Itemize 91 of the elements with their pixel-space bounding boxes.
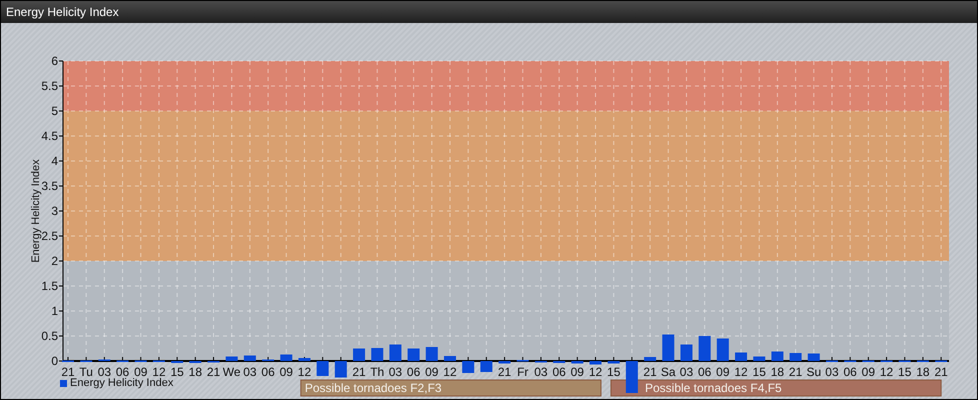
y-tick-label: 0.5	[41, 329, 58, 343]
x-tick-label: 21	[934, 365, 948, 379]
y-tick-label: 5.5	[41, 79, 58, 93]
x-tick-label: 03	[680, 365, 694, 379]
bar	[371, 348, 384, 361]
x-tick-label: 06	[116, 365, 130, 379]
x-tick-label: 12	[588, 365, 602, 379]
x-tick-label: 03	[388, 365, 402, 379]
bar	[680, 344, 692, 361]
bar	[644, 357, 656, 361]
bar	[334, 361, 347, 378]
x-tick-label: 06	[261, 365, 275, 379]
y-tick-label: 3.5	[41, 179, 58, 193]
x-tick-label: 06	[406, 365, 420, 379]
bar	[353, 348, 366, 361]
bar	[444, 356, 456, 361]
bar	[244, 356, 256, 361]
x-tick-label: 03	[825, 365, 839, 379]
x-tick-label: 09	[425, 365, 438, 379]
bar	[790, 353, 802, 361]
x-tick-label: 21	[61, 365, 75, 379]
x-tick-label: 15	[898, 365, 912, 379]
y-tick-label: 4	[51, 154, 58, 168]
bar	[662, 334, 674, 361]
bar	[753, 356, 766, 361]
x-tick-label: 15	[752, 365, 766, 379]
x-tick-label: 21	[206, 365, 220, 379]
bar	[389, 344, 402, 361]
bar	[298, 358, 310, 361]
bar	[316, 361, 329, 376]
window-title: Energy Helicity Index	[6, 4, 119, 21]
x-tick-label: 03	[98, 365, 112, 379]
x-tick-label: 09	[570, 365, 584, 379]
y-tick-label: 1	[51, 304, 58, 318]
x-tick-label: 12	[152, 365, 166, 379]
x-tick-label: 18	[770, 365, 784, 379]
x-tick-label: 21	[352, 365, 366, 379]
x-tick-label: We	[222, 365, 241, 379]
y-tick-label: 3	[51, 204, 58, 218]
bar	[408, 348, 420, 361]
bar	[608, 361, 620, 364]
bar	[571, 361, 584, 364]
x-tick-label: 18	[916, 365, 930, 379]
x-tick-label: 15	[607, 365, 620, 379]
tornado-label: Possible tornadoes F2,F3	[300, 380, 602, 396]
y-tick-label: 5	[51, 104, 58, 118]
bar	[590, 361, 602, 364]
x-tick-label: 09	[280, 365, 293, 379]
bar	[716, 338, 729, 361]
bar	[462, 361, 474, 373]
x-tick-label: 06	[698, 365, 712, 379]
bar	[698, 336, 711, 361]
y-tick-label: 2.5	[41, 229, 58, 243]
tornado-label: Possible tornadoes F4,F5	[610, 380, 942, 396]
x-tick-label: Fr	[517, 365, 528, 379]
bar	[426, 347, 438, 361]
legend-label: Energy Helicity Index	[70, 377, 174, 389]
x-tick-label: 12	[298, 365, 312, 379]
y-tick-label: 6	[51, 54, 58, 68]
y-tick-label: 0	[51, 354, 58, 368]
bar	[480, 361, 492, 372]
x-tick-label: 03	[243, 365, 257, 379]
x-tick-label: 09	[716, 365, 730, 379]
x-tick-label: 21	[498, 365, 512, 379]
bar	[626, 361, 638, 393]
x-tick-label: 06	[844, 365, 857, 379]
x-tick-label: 21	[643, 365, 657, 379]
x-tick-label: Sa	[660, 365, 676, 379]
y-tick-label: 2	[51, 254, 58, 268]
bar	[280, 354, 292, 361]
y-axis-title: Energy Helicity Index	[30, 159, 42, 263]
x-tick-label: Su	[806, 365, 822, 379]
bar	[771, 352, 784, 361]
x-tick-label: 06	[552, 365, 566, 379]
bar	[498, 361, 511, 364]
x-tick-label: 03	[534, 365, 548, 379]
y-tick-label: 4.5	[41, 129, 58, 143]
bar	[226, 356, 238, 361]
x-tick-label: Th	[370, 365, 384, 379]
bar	[735, 352, 748, 361]
x-tick-label: 18	[188, 365, 202, 379]
x-tick-label: Tu	[79, 365, 93, 379]
x-tick-label: 09	[862, 365, 876, 379]
bar	[808, 354, 820, 361]
x-tick-label: 12	[880, 365, 894, 379]
x-tick-label: 12	[443, 365, 457, 379]
y-tick-label: 1.5	[41, 279, 58, 293]
x-tick-label: 09	[134, 365, 148, 379]
x-tick-label: 21	[788, 365, 802, 379]
x-tick-label: 15	[170, 365, 184, 379]
x-tick-label: 12	[734, 365, 748, 379]
